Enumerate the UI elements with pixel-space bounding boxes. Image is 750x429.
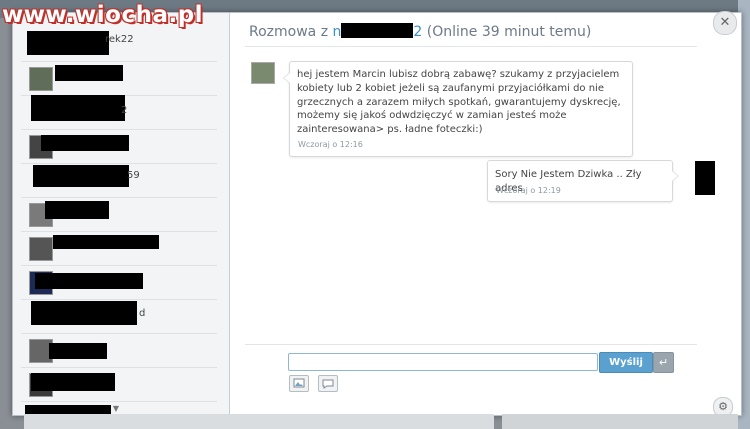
contact-item[interactable]: rek22 (21, 27, 217, 62)
message-time: Wczoraj o 12:19 (496, 186, 561, 195)
redacted-name (41, 135, 129, 151)
enter-icon[interactable]: ↵ (653, 352, 674, 373)
image-icon-graphic (293, 378, 305, 388)
contact-item[interactable] (21, 265, 217, 300)
header-name-end: 2 (413, 24, 423, 40)
contact-item[interactable] (21, 231, 217, 266)
sender-avatar (251, 62, 275, 84)
send-button[interactable]: Wyślij (599, 352, 653, 373)
message-bubble-incoming: hej jestem Marcin lubisz dobrą zabawę? s… (283, 61, 633, 157)
image-icon[interactable] (289, 375, 309, 392)
compose-divider (245, 344, 697, 345)
redacted-name (31, 373, 115, 391)
header-name-start: n (332, 24, 342, 40)
header-status: (Online 39 minut temu) (422, 24, 592, 40)
contact-item[interactable] (21, 367, 217, 402)
message-bubble-outgoing: Sory Nie Jestem Dziwka .. Zły adres Wczo… (487, 160, 679, 202)
contact-item[interactable] (21, 333, 217, 368)
chat-header: Rozmowa z n 2 (Online 39 minut temu) (249, 23, 591, 40)
own-avatar (695, 161, 715, 195)
bubble-pointer-inner (284, 73, 290, 83)
page-below-window (24, 414, 494, 429)
contact-item[interactable]: d (21, 299, 217, 334)
contacts-sidebar: rek22 2 59 d ▼ (13, 13, 230, 415)
watermark: www.wiocha.pl (2, 2, 204, 28)
avatar (29, 67, 53, 91)
scroll-down-icon[interactable]: ▼ (109, 404, 123, 414)
header-prefix: Rozmowa z (249, 24, 333, 40)
redacted-name (341, 23, 414, 38)
chat-window: rek22 2 59 d ▼ Rozmowa z n 2 (Online 39 … (12, 11, 742, 417)
emoticon-icon-graphic (322, 379, 334, 389)
redacted-name (35, 273, 143, 289)
contact-item[interactable]: 2 (21, 95, 217, 130)
contact-item[interactable] (21, 129, 217, 164)
redacted-name (45, 201, 109, 219)
contact-name-tail: 2 (121, 105, 128, 116)
contact-item[interactable]: 59 (21, 163, 217, 198)
redacted-name (33, 165, 129, 187)
redacted-name (55, 65, 123, 81)
emoticon-icon[interactable] (318, 375, 338, 392)
avatar (29, 237, 53, 261)
close-icon[interactable]: ✕ (713, 11, 737, 35)
header-divider (245, 46, 697, 47)
redacted-name (31, 95, 125, 121)
bubble-pointer-inner (672, 171, 678, 181)
redacted-name (27, 31, 109, 55)
contact-name-tail: d (139, 308, 146, 319)
contact-name-tail: rek22 (105, 34, 134, 45)
redacted-name (49, 343, 107, 359)
contact-item[interactable] (21, 61, 217, 96)
message-time: Wczoraj o 12:16 (298, 140, 363, 149)
contact-name-tail: 59 (127, 170, 140, 181)
redacted-name (31, 301, 137, 325)
message-input[interactable] (288, 353, 598, 371)
page-below-window-right (502, 414, 738, 429)
contact-item[interactable] (21, 197, 217, 232)
message-text: hej jestem Marcin lubisz dobrą zabawę? s… (297, 69, 621, 136)
redacted-name (53, 235, 159, 249)
